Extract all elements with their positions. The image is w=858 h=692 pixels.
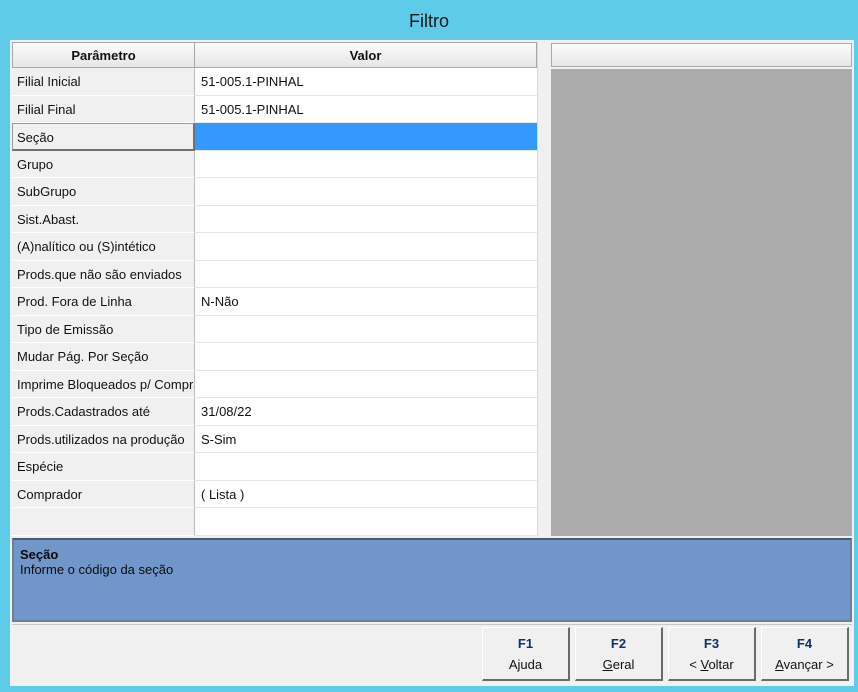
param-cell[interactable]: Tipo de Emissão [12,315,195,343]
grid-row[interactable]: Tipo de Emissão [12,315,537,343]
grid-row[interactable]: Filial Inicial 51-005.1-PINHAL [12,68,537,96]
value-cell[interactable] [195,343,537,371]
value-cell[interactable] [195,260,537,288]
function-button-bar: F1 Ajuda F2 Geral F3 < Voltar F4 Avançar… [12,624,852,685]
side-panel [551,69,852,536]
parameter-grid[interactable]: Parâmetro Valor Filial Inicial 51-005.1-P… [12,42,549,536]
value-cell[interactable] [195,123,537,151]
filtro-window: Filtro Parâmetro Valor Filial Inicial 51-… [0,0,858,692]
back-button[interactable]: F3 < Voltar [668,627,756,681]
value-cell[interactable]: N-Não [195,288,537,316]
column-header-valor[interactable]: Valor [195,42,537,68]
value-cell[interactable]: ( Lista ) [195,480,537,508]
window-title: Filtro [409,11,449,31]
grid-row[interactable]: SubGrupo [12,178,537,206]
help-title: Seção [20,547,59,562]
grid-row[interactable] [12,508,537,536]
column-header-parametro[interactable]: Parâmetro [12,42,195,68]
general-button[interactable]: F2 Geral [575,627,663,681]
side-panel-header [551,43,852,67]
param-cell[interactable]: SubGrupo [12,178,195,206]
param-cell[interactable]: Espécie [12,453,195,481]
help-panel: Seção Informe o código da seção [12,538,852,622]
param-cell[interactable]: (A)nalítico ou (S)intético [12,233,195,261]
grid-row[interactable]: Prod. Fora de Linha N-Não [12,288,537,316]
value-cell[interactable] [195,370,537,398]
value-cell[interactable] [195,453,537,481]
param-cell[interactable]: Prods.Cadastrados até [12,398,195,426]
f1-key-label: F1 [517,636,534,651]
f3-key-label: F3 [703,636,720,651]
value-cell[interactable] [195,233,537,261]
f2-key-label: F2 [610,636,627,651]
grid-row[interactable]: Espécie [12,453,537,481]
grid-row[interactable]: Comprador( Lista ) [12,480,537,508]
next-button[interactable]: F4 Avançar > [761,627,849,681]
param-cell[interactable]: Filial Final [12,95,195,123]
help-button[interactable]: F1 Ajuda [482,627,570,681]
value-cell[interactable] [195,205,537,233]
general-button-label: Geral [602,657,635,672]
value-cell[interactable] [195,315,537,343]
param-cell[interactable]: Imprime Bloqueados p/ Compra [12,370,195,398]
param-cell[interactable]: Seção [12,123,195,151]
dialog-client: Parâmetro Valor Filial Inicial 51-005.1-P… [10,40,854,686]
grid-row[interactable]: Mudar Pág. Por Seção [12,343,537,371]
param-cell[interactable]: Filial Inicial [12,68,195,96]
grid-row[interactable]: Prods.que não são enviados [12,260,537,288]
param-cell[interactable]: Prods.utilizados na produção [12,425,195,453]
next-button-label: Avançar > [775,657,834,672]
param-cell[interactable] [12,508,195,536]
value-cell[interactable] [195,150,537,178]
value-cell[interactable] [195,178,537,206]
grid-row[interactable]: Prods.utilizados na produção S-Sim [12,425,537,453]
help-button-label: Ajuda [508,657,543,672]
param-cell[interactable]: Sist.Abast. [12,205,195,233]
help-text: Informe o código da seção [20,562,174,577]
back-button-label: < Voltar [689,657,734,672]
value-cell[interactable]: S-Sim [195,425,537,453]
param-cell[interactable]: Mudar Pág. Por Seção [12,343,195,371]
value-cell[interactable]: 51-005.1-PINHAL [195,68,537,96]
grid-row[interactable]: (A)nalítico ou (S)intético [12,233,537,261]
value-cell[interactable] [195,508,537,536]
grid-row[interactable]: Imprime Bloqueados p/ Compra [12,370,537,398]
f4-key-label: F4 [796,636,813,651]
param-cell[interactable]: Prods.que não são enviados [12,260,195,288]
param-cell[interactable]: Grupo [12,150,195,178]
grid-row[interactable]: Prods.Cadastrados até 31/08/22 [12,398,537,426]
grid-right-strip [537,42,549,536]
grid-row[interactable]: Grupo [12,150,537,178]
grid-row[interactable]: Sist.Abast. [12,205,537,233]
param-cell[interactable]: Prod. Fora de Linha [12,288,195,316]
param-cell[interactable]: Comprador [12,480,195,508]
value-cell[interactable]: 51-005.1-PINHAL [195,95,537,123]
value-cell[interactable]: 31/08/22 [195,398,537,426]
grid-row[interactable]: Filial Final 51-005.1-PINHAL [12,95,537,123]
grid-row[interactable]: Seção [12,123,537,151]
